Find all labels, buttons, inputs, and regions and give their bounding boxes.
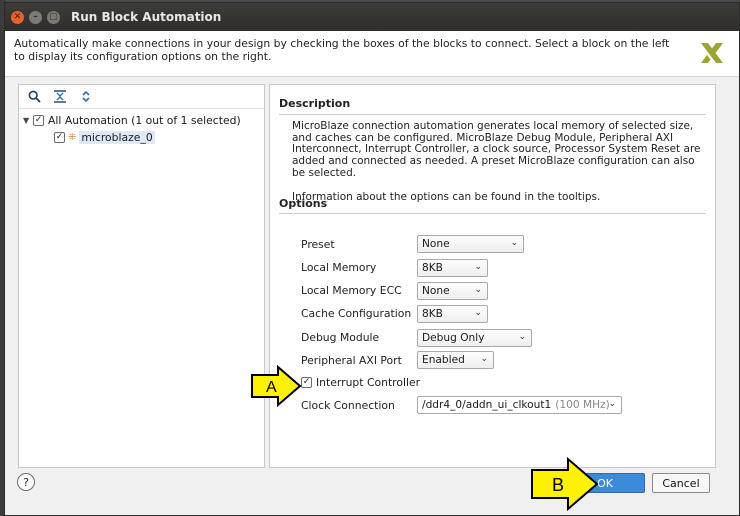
peripheral-axi-port-dropdown[interactable]: Enabled ⌄: [417, 351, 494, 369]
debug-module-value: Debug Only: [422, 332, 485, 344]
callout-a-label: A: [266, 379, 277, 396]
chevron-down-icon: ⌄: [480, 354, 488, 364]
options-title: Options: [279, 197, 328, 210]
microblaze-checkbox[interactable]: ✓: [54, 131, 65, 143]
window-title: Run Block Automation: [71, 10, 222, 24]
interrupt-controller-row[interactable]: ✓ Interrupt Controller: [301, 376, 420, 389]
cache-configuration-dropdown[interactable]: 8KB ⌄: [417, 305, 488, 323]
interrupt-controller-checkbox[interactable]: ✓: [301, 377, 312, 388]
chevron-down-icon: ⌄: [608, 399, 616, 409]
chevron-down-icon: ⌄: [474, 308, 482, 318]
callout-b-label: B: [552, 475, 564, 495]
dialog-header: Automatically make connections in your d…: [5, 31, 739, 77]
tree-child-row[interactable]: ✓ ⁜ microblaze_0: [19, 129, 264, 145]
close-window-icon[interactable]: ✕: [11, 10, 24, 24]
interrupt-controller-label: Interrupt Controller: [316, 376, 421, 389]
clock-connection-dropdown[interactable]: /ddr4_0/addn_ui_clkout1 (100 MHz) ⌄: [417, 396, 622, 414]
local-memory-ecc-value: None: [422, 285, 450, 297]
local-memory-ecc-dropdown[interactable]: None ⌄: [417, 282, 488, 300]
tree-toolbar: [19, 85, 264, 109]
block-tree-panel: ▼ ✓ All Automation (1 out of 1 selected)…: [18, 84, 265, 468]
ip-block-icon: ⁜: [68, 131, 77, 143]
cancel-button[interactable]: Cancel: [652, 473, 710, 493]
cache-configuration-label: Cache Configuration: [301, 307, 412, 320]
chevron-down-icon: ⌄: [518, 332, 526, 342]
description-text: MicroBlaze connection automation generat…: [270, 115, 715, 203]
clock-connection-label: Clock Connection: [301, 399, 395, 412]
chevron-down-icon: ⌄: [510, 238, 518, 248]
expand-arrow-icon[interactable]: ▼: [23, 116, 33, 125]
title-bar: ✕ – ▢ Run Block Automation: [5, 3, 739, 31]
peripheral-axi-port-label: Peripheral AXI Port: [301, 354, 402, 367]
callout-arrow-b: B: [531, 456, 599, 512]
preset-value: None: [422, 238, 450, 250]
preset-dropdown[interactable]: None ⌄: [417, 235, 524, 253]
search-icon[interactable]: [24, 88, 44, 106]
minimize-window-icon[interactable]: –: [29, 10, 42, 24]
local-memory-ecc-label: Local Memory ECC: [301, 284, 402, 297]
chevron-down-icon: ⌄: [474, 285, 482, 295]
chevron-down-icon: ⌄: [474, 262, 482, 272]
expand-all-icon[interactable]: [76, 88, 96, 106]
local-memory-dropdown[interactable]: 8KB ⌄: [417, 259, 488, 277]
tree-root-row[interactable]: ▼ ✓ All Automation (1 out of 1 selected): [19, 112, 264, 128]
maximize-window-icon[interactable]: ▢: [47, 10, 60, 24]
clock-frequency-hint: (100 MHz): [555, 399, 610, 411]
automation-tree: ▼ ✓ All Automation (1 out of 1 selected)…: [19, 109, 264, 145]
local-memory-label: Local Memory: [301, 261, 377, 274]
debug-module-dropdown[interactable]: Debug Only ⌄: [417, 329, 532, 347]
cache-configuration-value: 8KB: [422, 308, 443, 320]
all-automation-checkbox[interactable]: ✓: [33, 114, 44, 126]
header-instructions: Automatically make connections in your d…: [14, 37, 670, 63]
debug-module-label: Debug Module: [301, 331, 380, 344]
clock-connection-value: /ddr4_0/addn_ui_clkout1: [422, 399, 552, 411]
description-paragraph-1: MicroBlaze connection automation generat…: [292, 120, 701, 179]
collapse-all-icon[interactable]: [50, 88, 70, 106]
microblaze-label[interactable]: microblaze_0: [79, 130, 155, 144]
description-paragraph-2: Information about the options can be fou…: [292, 190, 601, 203]
callout-arrow-a: A: [251, 365, 302, 407]
details-panel: Description MicroBlaze connection automa…: [269, 84, 716, 468]
preset-label: Preset: [301, 238, 335, 251]
xilinx-logo-icon: [701, 43, 723, 63]
peripheral-axi-port-value: Enabled: [422, 354, 465, 366]
options-divider: [279, 213, 706, 214]
local-memory-value: 8KB: [422, 262, 443, 274]
all-automation-label: All Automation (1 out of 1 selected): [48, 113, 241, 127]
help-button[interactable]: ?: [17, 473, 35, 491]
description-title: Description: [279, 97, 351, 110]
